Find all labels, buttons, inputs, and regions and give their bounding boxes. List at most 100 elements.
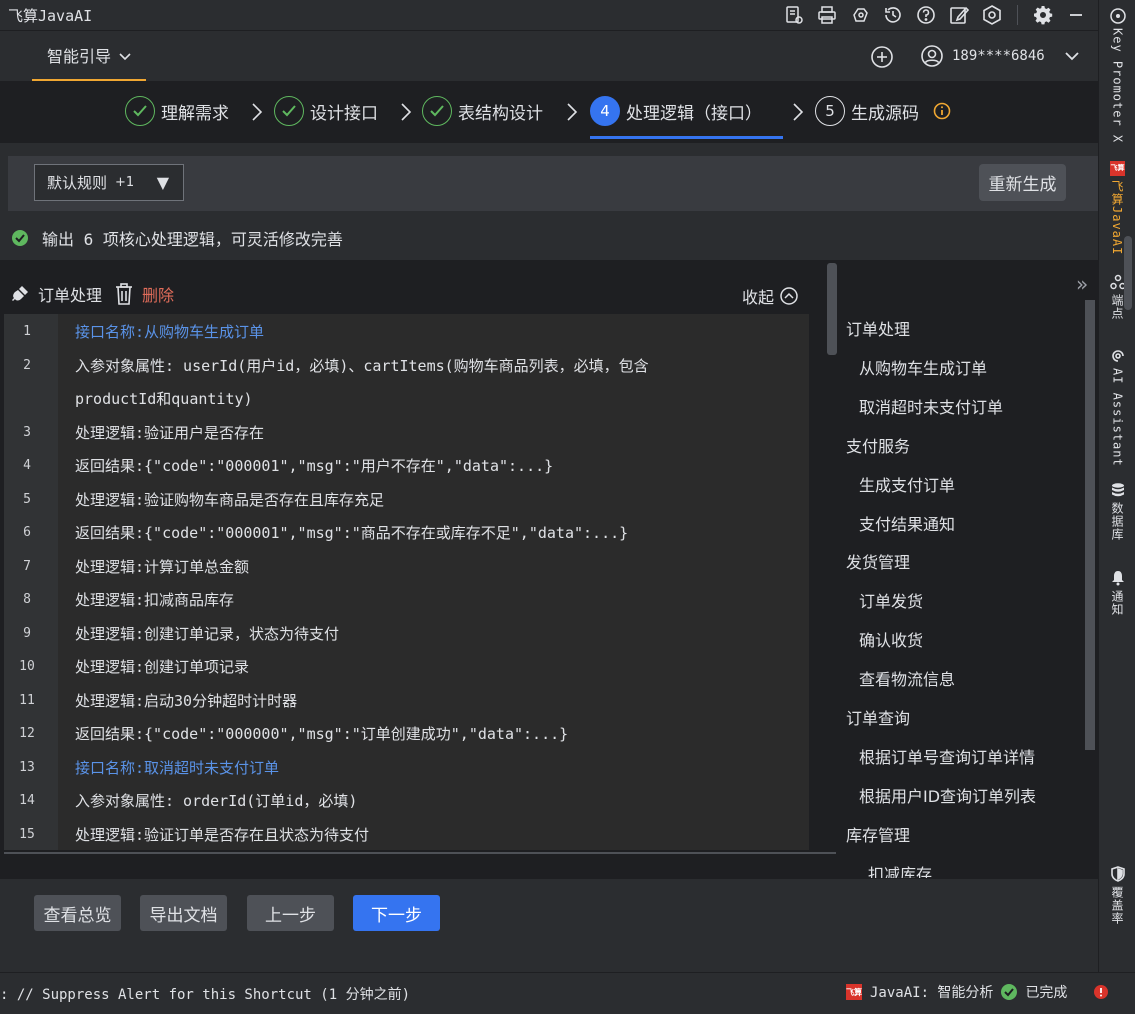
outline-item[interactable]: 支付结果通知 (859, 511, 955, 535)
history-icon[interactable] (881, 3, 905, 27)
outline-group[interactable]: 库存管理 (846, 822, 910, 846)
step-label: 理解需求 (161, 103, 229, 124)
caret-down-icon: ▼ (156, 173, 169, 192)
logic-editor[interactable]: 1 接口名称:从购物车生成订单 2 入参对象属性: userId(用户id，必填)、c… (4, 314, 809, 850)
coverage-tool[interactable]: 覆盖率 (1099, 866, 1135, 925)
check-icon (125, 96, 155, 126)
outline-item[interactable]: 订单发货 (859, 588, 923, 612)
next-step-button[interactable]: 下一步 (353, 895, 440, 931)
step-number: 4 (590, 96, 620, 126)
editor-scrollbar[interactable] (827, 263, 837, 355)
edit-icon[interactable] (947, 3, 971, 27)
line-text: 处理逻辑:扣减商品库存 (75, 591, 235, 609)
chevron-down-icon (119, 46, 131, 65)
step-table-design[interactable]: 表结构设计 (422, 95, 543, 127)
logic-outline: 订单处理从购物车生成订单 取消超时未支付订单支付服务生成支付订单 支付结果通知发货管… (838, 300, 1086, 880)
analysis-done-label: 已完成 (1025, 985, 1068, 1001)
status-bar: : // Suppress Alert for this Shortcut (1… (0, 972, 1135, 1014)
step-process-logic[interactable]: 4 处理逻辑（接口） (590, 95, 762, 127)
outline-item[interactable]: 查看物流信息 (859, 666, 955, 690)
help-icon[interactable] (914, 3, 938, 27)
hexagon-settings-icon[interactable] (980, 3, 1004, 27)
line-number: 9 (23, 625, 31, 641)
previous-step-button[interactable]: 上一步 (247, 895, 334, 931)
outline-item[interactable]: 生成支付订单 (859, 472, 955, 496)
status-bar-message[interactable]: : // Suppress Alert for this Shortcut (1… (0, 984, 410, 1004)
info-icon (933, 102, 951, 120)
collapse-button[interactable]: 收起 (742, 284, 798, 308)
outline-item[interactable]: 根据用户ID查询订单列表 (859, 783, 1036, 807)
step-number: 5 (815, 96, 845, 126)
key-promoter-label: Key Promoter X (1110, 28, 1125, 144)
bell-icon (1110, 570, 1126, 586)
trash-icon[interactable] (114, 283, 134, 305)
database-tool[interactable]: 数据库 (1099, 482, 1135, 541)
outline-item[interactable]: 根据订单号查询订单详情 (859, 744, 1035, 768)
export-document-button[interactable]: 导出文档 (140, 895, 227, 931)
user-menu[interactable]: 189****6846 (920, 44, 1079, 68)
line-number: 13 (19, 759, 35, 775)
outline-group[interactable]: 订单查询 (846, 705, 910, 729)
step-design-api[interactable]: 设计接口 (274, 95, 378, 127)
line-text: productId和quantity) (75, 390, 253, 408)
outline-group[interactable]: 发货管理 (846, 549, 910, 573)
line-text: 返回结果:{"code":"000001","msg":"商品不存在或库存不足"… (75, 524, 629, 542)
line-text: 处理逻辑:创建订单项记录 (75, 658, 250, 676)
line-text: 处理逻辑:验证购物车商品是否存在且库存充足 (75, 490, 385, 509)
line-text: 处理逻辑:验证用户是否存在 (75, 423, 265, 442)
line-number: 6 (23, 525, 31, 540)
gear-icon[interactable] (1031, 3, 1055, 27)
outline-item[interactable]: 从购物车生成订单 (859, 355, 987, 379)
output-status-text: 输出 6 项核心处理逻辑，可灵活修改完善 (42, 230, 343, 249)
check-circle-icon (12, 230, 28, 246)
outline-group[interactable]: 支付服务 (846, 433, 910, 457)
chevron-right-icon (567, 103, 578, 121)
line-number: 11 (19, 692, 35, 708)
window-title: 飞算JavaAI (8, 6, 93, 25)
outline-scrollbar[interactable] (1085, 300, 1095, 750)
line-text: 入参对象属性: orderId(订单id，必填) (75, 792, 358, 810)
line-text: 处理逻辑:计算订单总金额 (75, 557, 250, 576)
document-settings-icon[interactable] (782, 3, 806, 27)
chevron-right-icon (793, 103, 804, 121)
collapse-label: 收起 (742, 288, 775, 307)
plugin-gear-icon[interactable] (848, 3, 872, 27)
database-label: 数据库 (1110, 502, 1124, 541)
title-bar: 飞算JavaAI (0, 0, 1098, 30)
line-number: 5 (23, 491, 31, 507)
line-text: 处理逻辑:创建订单记录，状态为待支付 (75, 624, 340, 643)
outline-group[interactable]: 订单处理 (846, 316, 910, 340)
step-progress: 理解需求 设计接口 表结构设计 4 处理逻辑（接口） 5 生成源码 (0, 81, 1098, 143)
plus-circle-icon (871, 46, 893, 68)
ai-assistant-icon (1110, 348, 1126, 364)
add-button[interactable] (870, 45, 894, 69)
line-text: 接口名称:从购物车生成订单 (75, 323, 265, 341)
right-strip-scrollbar[interactable] (1124, 236, 1132, 310)
check-icon (274, 96, 304, 126)
step-generate-source[interactable]: 5 生成源码 (815, 95, 951, 127)
line-number: 14 (19, 793, 35, 808)
rule-select[interactable]: 默认规则 +1 ▼ (34, 164, 184, 201)
bottom-action-bar: 查看总览 导出文档 上一步 下一步 (0, 878, 1098, 944)
tab-smart-guide[interactable]: 智能引导 (32, 31, 146, 81)
printer-icon[interactable] (815, 3, 839, 27)
minimize-icon[interactable] (1064, 3, 1088, 27)
delete-button[interactable]: 删除 (142, 282, 174, 306)
view-overview-button[interactable]: 查看总览 (34, 895, 121, 931)
ai-assistant-tool[interactable]: AI Assistant (1099, 348, 1135, 467)
tab-smart-guide-label: 智能引导 (46, 47, 111, 66)
step-understand-requirements[interactable]: 理解需求 (125, 95, 229, 127)
line-number: 4 (23, 458, 31, 473)
regenerate-button[interactable]: 重新生成 (979, 164, 1066, 201)
plug-icon (12, 286, 28, 301)
database-icon (1110, 482, 1126, 498)
notifications-tool[interactable]: 通知 (1099, 570, 1135, 616)
line-text: 接口名称:取消超时未支付订单 (75, 758, 280, 777)
javaai-analysis-status[interactable]: 飞算 JavaAI: 智能分析 已完成 (846, 982, 1109, 1002)
outline-item[interactable]: 确认收货 (859, 627, 923, 651)
line-text: 处理逻辑:验证订单是否存在且状态为待支付 (75, 825, 370, 844)
expand-panel-icon[interactable]: » (1076, 272, 1088, 296)
outline-item[interactable]: 取消超时未支付订单 (859, 394, 1003, 418)
toolbar-divider (1017, 5, 1018, 25)
key-promoter-tool[interactable]: Key Promoter X (1099, 8, 1135, 143)
